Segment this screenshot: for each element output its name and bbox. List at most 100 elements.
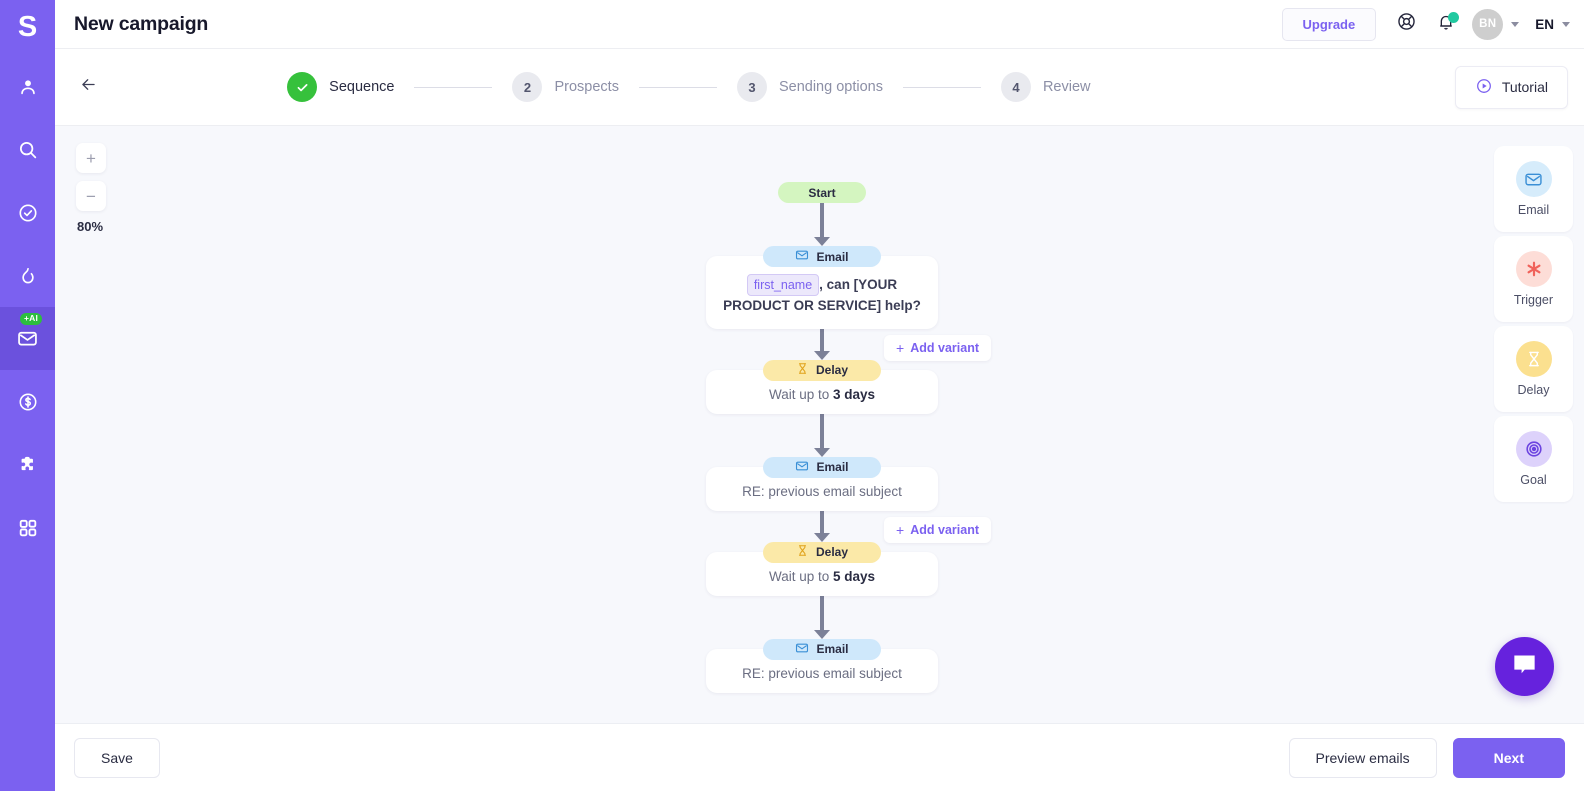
- footer-actions: Preview emails Next: [1288, 737, 1565, 778]
- person-icon: [17, 76, 39, 98]
- footer-bar: Save Preview emails Next: [55, 723, 1584, 791]
- notification-indicator: [1448, 12, 1460, 23]
- header-actions: Upgrade BN EN: [1281, 4, 1584, 44]
- sidebar-item-integrations[interactable]: [0, 433, 55, 496]
- user-menu[interactable]: BN: [1472, 8, 1520, 40]
- wait-value: 3 days: [833, 386, 876, 402]
- notifications-button[interactable]: [1426, 4, 1466, 44]
- step-divider: [902, 86, 981, 88]
- node-email-1-pill[interactable]: Email: [763, 246, 881, 267]
- sequence-canvas[interactable]: + − 80% Start Email first_name , can [YO…: [55, 126, 1584, 723]
- lifebuoy-icon: [1396, 11, 1417, 37]
- node-email-1-subject: first_name, can [YOUR PRODUCT OR SERVICE…: [720, 274, 924, 316]
- dollar-circle-icon: [17, 391, 39, 413]
- palette-label-trigger: Trigger: [1513, 293, 1554, 307]
- sidebar-item-campaigns[interactable]: +AI: [0, 307, 55, 370]
- node-email-3-label: Email: [816, 642, 849, 657]
- upgrade-button[interactable]: Upgrade: [1281, 7, 1377, 41]
- step-review[interactable]: 4 Review: [1000, 72, 1091, 102]
- sidebar-item-hot[interactable]: [0, 244, 55, 307]
- palette-label-email: Email: [1517, 203, 1550, 217]
- save-button[interactable]: Save: [74, 737, 160, 778]
- app-logo[interactable]: S: [0, 0, 55, 55]
- arrow-down-icon: [814, 413, 830, 457]
- chevron-down-icon: [1562, 21, 1570, 27]
- step-divider: [414, 86, 493, 88]
- left-sidebar: S +AI: [0, 0, 55, 791]
- tutorial-button[interactable]: Tutorial: [1454, 65, 1568, 109]
- step-indicator-review: 4: [1000, 72, 1031, 102]
- start-label: Start: [808, 185, 836, 200]
- next-button[interactable]: Next: [1452, 737, 1565, 778]
- connector: [706, 203, 938, 246]
- top-header: New campaign Upgrade BN EN: [55, 0, 1584, 49]
- arrow-left-icon: [79, 75, 98, 99]
- chat-widget-button[interactable]: [1495, 637, 1554, 696]
- check-circle-icon: [17, 202, 39, 224]
- avatar: BN: [1472, 8, 1504, 40]
- search-icon: [17, 139, 39, 161]
- node-email-2-subject: RE: previous email subject: [742, 483, 902, 499]
- app-root: S +AI New campaign Upgrade BN EN Sequenc…: [0, 0, 1584, 791]
- step-sending-options[interactable]: 3 Sending options: [736, 72, 883, 102]
- envelope-icon: [1515, 161, 1552, 197]
- plus-icon: +: [896, 339, 905, 356]
- step-indicator-sending-options: 3: [736, 72, 767, 102]
- palette-item-goal[interactable]: Goal: [1494, 416, 1573, 502]
- step-prospects[interactable]: 2 Prospects: [512, 72, 619, 102]
- flow-nodes: Start Email first_name , can [YOUR PRODU…: [706, 182, 991, 693]
- hourglass-icon: [796, 544, 809, 560]
- stepper-bar: Sequence 2 Prospects 3 Sending options 4…: [55, 49, 1584, 126]
- add-variant-label: Add variant: [910, 522, 979, 537]
- add-variant-label: Add variant: [910, 340, 979, 355]
- step-label-sending-options: Sending options: [778, 79, 883, 95]
- arrow-down-icon: [814, 595, 830, 639]
- node-palette: Email Trigger Delay Goal: [1494, 146, 1573, 506]
- step-indicator-prospects: 2: [512, 72, 543, 102]
- flame-icon: [17, 265, 39, 287]
- ai-badge: +AI: [20, 313, 43, 326]
- palette-item-email[interactable]: Email: [1494, 146, 1573, 232]
- node-delay-2-wait: Wait up to 5 days: [720, 569, 924, 584]
- add-variant-button-1[interactable]: + Add variant: [884, 334, 991, 361]
- sidebar-item-deals[interactable]: [0, 370, 55, 433]
- node-delay-1-wait: Wait up to 3 days: [720, 387, 924, 402]
- envelope-icon: [795, 641, 809, 658]
- node-delay-1-pill[interactable]: Delay: [763, 359, 881, 381]
- language-selector[interactable]: EN: [1535, 17, 1570, 32]
- step-sequence[interactable]: Sequence: [287, 72, 394, 102]
- variable-chip-first-name[interactable]: first_name: [746, 274, 820, 297]
- node-email-3-pill[interactable]: Email: [763, 638, 881, 660]
- envelope-icon: [795, 459, 809, 476]
- node-email-2-pill[interactable]: Email: [763, 456, 881, 478]
- page-title: New campaign: [74, 12, 209, 35]
- node-delay-2-pill[interactable]: Delay: [763, 541, 881, 563]
- connector: [706, 595, 938, 639]
- step-label-prospects: Prospects: [554, 79, 619, 95]
- palette-item-delay[interactable]: Delay: [1494, 326, 1573, 412]
- step-divider: [638, 86, 717, 88]
- hourglass-icon: [796, 362, 809, 378]
- wait-prefix: Wait up to: [768, 386, 830, 402]
- step-label-review: Review: [1042, 79, 1091, 95]
- envelope-icon: [795, 248, 809, 265]
- support-button[interactable]: [1386, 4, 1426, 44]
- play-circle-icon: [1475, 77, 1493, 98]
- sidebar-item-person[interactable]: [0, 55, 55, 118]
- puzzle-icon: [17, 454, 39, 476]
- sidebar-item-search[interactable]: [0, 118, 55, 181]
- node-email-3-subject: RE: previous email subject: [742, 665, 902, 681]
- preview-emails-button[interactable]: Preview emails: [1288, 737, 1437, 778]
- wait-value: 5 days: [833, 568, 876, 584]
- sidebar-item-tasks[interactable]: [0, 181, 55, 244]
- node-delay-1-label: Delay: [815, 363, 849, 378]
- add-variant-button-2[interactable]: + Add variant: [884, 516, 991, 543]
- plus-icon: +: [896, 521, 905, 538]
- node-start[interactable]: Start: [778, 182, 866, 203]
- sidebar-item-apps[interactable]: [0, 496, 55, 559]
- arrow-down-icon: [814, 510, 830, 542]
- palette-item-trigger[interactable]: Trigger: [1494, 236, 1573, 322]
- back-button[interactable]: [71, 70, 105, 104]
- node-delay-2-label: Delay: [815, 545, 849, 560]
- palette-label-goal: Goal: [1520, 473, 1547, 487]
